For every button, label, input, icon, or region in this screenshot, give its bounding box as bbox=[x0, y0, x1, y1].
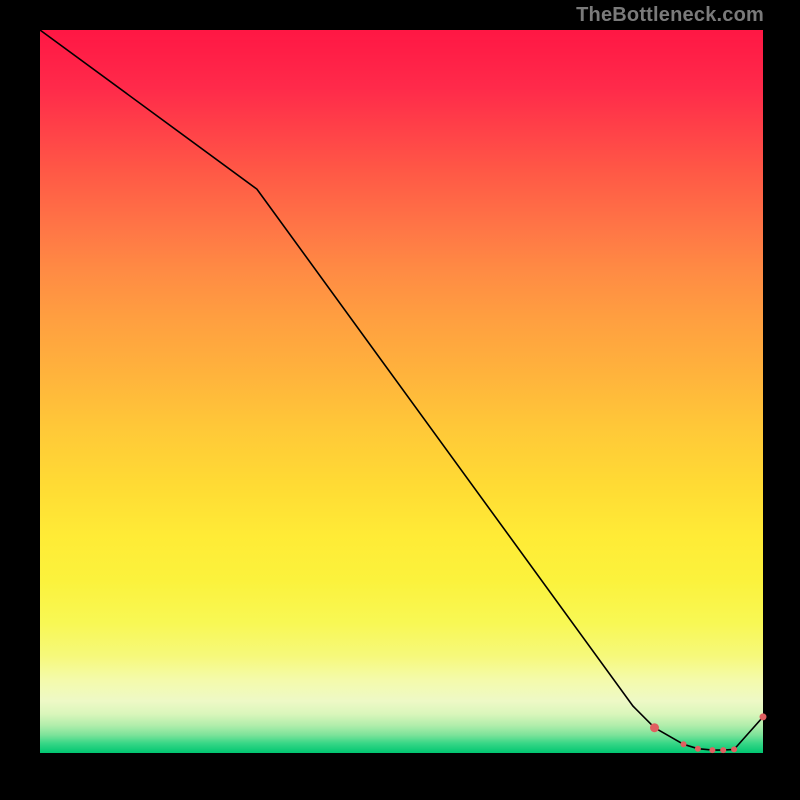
curve-marker bbox=[731, 746, 737, 752]
chart-overlay bbox=[40, 30, 763, 753]
curve-marker bbox=[720, 747, 726, 753]
curve-marker bbox=[695, 746, 701, 752]
curve-marker bbox=[681, 741, 687, 747]
bottleneck-curve bbox=[40, 30, 763, 750]
watermark-text: TheBottleneck.com bbox=[576, 4, 764, 27]
curve-marker bbox=[760, 713, 767, 720]
curve-marker bbox=[709, 747, 715, 753]
chart-stage: TheBottleneck.com bbox=[0, 0, 800, 800]
curve-path bbox=[40, 30, 763, 750]
curve-marker bbox=[650, 723, 659, 732]
